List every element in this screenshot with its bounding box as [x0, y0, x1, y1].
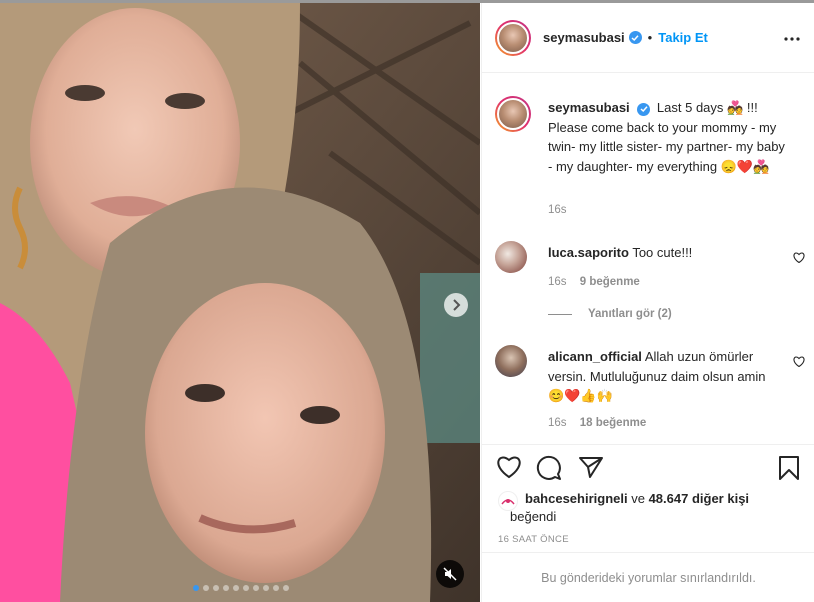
carousel-dot: [263, 585, 269, 591]
post-actions: bahcesehirigneli ve 48.647 diğer kişi be…: [482, 444, 814, 552]
author-username[interactable]: seymasubasi: [543, 30, 625, 45]
comment-icon[interactable]: [536, 455, 562, 484]
commenter-username[interactable]: luca.saporito: [548, 245, 629, 260]
liked-by-suffix: beğendi: [510, 509, 557, 524]
verified-icon: [628, 31, 642, 44]
save-icon[interactable]: [778, 455, 800, 484]
post-side-panel: seymasubasi • Takip Et seymasubasi Last …: [481, 3, 814, 602]
share-icon[interactable]: [578, 455, 604, 482]
caption-username[interactable]: seymasubasi: [548, 100, 630, 115]
carousel-indicator: [193, 585, 289, 591]
liked-by-avatar[interactable]: [498, 491, 518, 511]
comment-meta: 16s 18 beğenme: [548, 417, 646, 429]
comment-meta: 16s 9 beğenme: [548, 276, 640, 288]
liked-by-others[interactable]: 48.647 diğer kişi: [649, 491, 749, 506]
carousel-dot: [243, 585, 249, 591]
comment-heart-icon[interactable]: [793, 251, 805, 266]
author-avatar[interactable]: [495, 19, 531, 56]
couple-emoji: 💑: [727, 100, 744, 115]
post-header: seymasubasi • Takip Et: [482, 3, 814, 73]
action-icons: [496, 455, 802, 485]
commenter-username[interactable]: alicann_official: [548, 349, 642, 364]
comments-restricted-notice: Bu gönderideki yorumlar sınırlandırıldı.: [482, 552, 814, 602]
comment-text: Too cute!!!: [632, 245, 693, 260]
comment-heart-icon[interactable]: [793, 355, 805, 370]
post-photo: [0, 3, 480, 602]
carousel-dot: [233, 585, 239, 591]
caption-text-start: Last 5 days: [656, 100, 724, 115]
carousel-dot: [283, 585, 289, 591]
liked-by-user[interactable]: bahcesehirigneli: [525, 491, 628, 506]
comment-likes[interactable]: 18 beğenme: [580, 417, 646, 429]
carousel-dot: [223, 585, 229, 591]
heart-icon[interactable]: [496, 455, 522, 482]
comment-time[interactable]: 16s: [548, 276, 567, 288]
view-replies-label: Yanıtları gör (2): [588, 308, 672, 320]
caption-avatar[interactable]: [495, 96, 531, 132]
separator-dot: •: [647, 30, 653, 45]
caption-time[interactable]: 16s: [548, 204, 567, 216]
mute-icon[interactable]: [436, 560, 464, 588]
carousel-dot: [213, 585, 219, 591]
carousel-dot: [273, 585, 279, 591]
replies-line: [548, 313, 572, 315]
carousel-dot: [193, 585, 199, 591]
next-arrow-icon[interactable]: [444, 293, 468, 317]
carousel-dot: [203, 585, 209, 591]
comment-time[interactable]: 16s: [548, 417, 567, 429]
verified-icon: [637, 102, 651, 116]
more-options-icon[interactable]: [784, 29, 800, 44]
liked-by: bahcesehirigneli ve 48.647 diğer kişi be…: [498, 490, 798, 526]
view-replies-button[interactable]: Yanıtları gör (2): [548, 308, 672, 320]
comment-emojis: 😊❤️👍🙌: [548, 388, 613, 403]
caption-emojis: 😞❤️💑: [720, 158, 770, 174]
comments-section: seymasubasi Last 5 days 💑 !!! Please com…: [482, 74, 814, 444]
commenter-avatar[interactable]: [495, 345, 527, 377]
commenter-avatar[interactable]: [495, 241, 527, 273]
comment-likes[interactable]: 9 beğenme: [580, 276, 640, 288]
follow-button[interactable]: Takip Et: [658, 30, 708, 45]
carousel-dot: [253, 585, 259, 591]
post-media[interactable]: [0, 3, 480, 602]
liked-by-connector: ve: [631, 491, 645, 506]
post-timestamp[interactable]: 16 SAAT ÖNCE: [498, 534, 569, 545]
